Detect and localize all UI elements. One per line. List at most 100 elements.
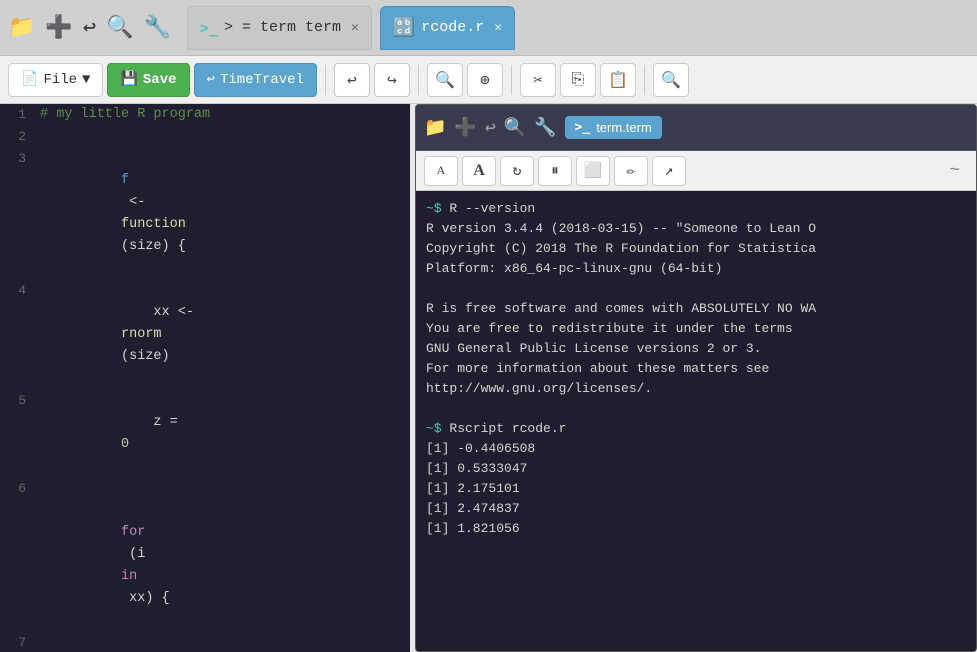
copy-button[interactable]: ⎘	[560, 63, 596, 97]
term-refresh-btn[interactable]: ↻	[500, 156, 534, 186]
redo-button[interactable]: ↪	[374, 63, 410, 97]
tab-bar-icons: 📁 ➕ ↩ 🔍 🔧	[8, 15, 171, 41]
code-line-2: 2	[0, 126, 410, 148]
term-line-9: For more information about these matters…	[426, 359, 966, 379]
code-editor: 1 # my little R program 2 3 f <- functio…	[0, 104, 410, 652]
copy-term-icon: ⬜	[584, 161, 603, 180]
separator-4	[644, 65, 645, 95]
line-content-5[interactable]: z = 0	[36, 390, 410, 478]
terminal-folder-icon[interactable]: 📁	[424, 117, 446, 139]
term-line-11	[426, 399, 966, 419]
code-line-4: 4 xx <- rnorm (size)	[0, 280, 410, 390]
kw-f: f	[121, 173, 129, 188]
tab-term-close[interactable]: ✕	[351, 20, 359, 35]
term-line-6: R is free software and comes with ABSOLU…	[426, 299, 966, 319]
term-line-5	[426, 279, 966, 299]
zoom-fit-button[interactable]: ⊕	[467, 63, 503, 97]
term-copy-btn[interactable]: ⬜	[576, 156, 610, 186]
term-line-16: [1] 2.474837	[426, 499, 966, 519]
cut-button[interactable]: ✂	[520, 63, 556, 97]
line-content-2	[36, 126, 410, 148]
line-content-7[interactable]: if (z %% 2 == 0 ) {	[36, 632, 410, 652]
term-line-1: ~$ R --version	[426, 199, 966, 219]
save-icon: 💾	[120, 71, 137, 88]
line-num-3: 3	[0, 148, 36, 170]
terminal-tab-icon: >_	[200, 19, 218, 37]
undo-button[interactable]: ↩	[334, 63, 370, 97]
main-tab-bar: 📁 ➕ ↩ 🔍 🔧 >_ > = term term ✕ 🔡 rcode.r ✕	[0, 0, 977, 56]
separator-1	[325, 65, 326, 95]
main-toolbar: 📄 File ▼ 💾 Save ↩ TimeTravel ↩ ↪ 🔍 ⊕ ✂ ⎘…	[0, 56, 977, 104]
tab-rcode-close[interactable]: ✕	[494, 20, 502, 35]
terminal-history-icon[interactable]: ↩	[485, 117, 496, 139]
code-line-3: 3 f <- function (size) {	[0, 148, 410, 280]
code-line-7: 7 if (z %% 2 == 0 ) {	[0, 632, 410, 652]
term-line-10: http://www.gnu.org/licenses/.	[426, 379, 966, 399]
kw-assign: <-	[121, 195, 153, 210]
pause-icon: ⏸	[551, 162, 559, 180]
terminal-settings-icon[interactable]: 🔧	[534, 117, 556, 139]
undo-icon: ↩	[347, 70, 357, 90]
line-content-4[interactable]: xx <- rnorm (size)	[36, 280, 410, 390]
line-content-3[interactable]: f <- function (size) {	[36, 148, 410, 280]
term-line-7: You are free to redistribute it under th…	[426, 319, 966, 339]
file-dropdown-icon: ▼	[82, 72, 90, 88]
file-icon: 📄	[21, 71, 38, 88]
terminal-tab-icons: 📁 ➕ ↩ 🔍 🔧	[424, 117, 557, 139]
tab-term-label: > = term term	[224, 19, 341, 36]
term-line-15: [1] 2.175101	[426, 479, 966, 499]
file-button[interactable]: 📄 File ▼	[8, 63, 103, 97]
copy-icon: ⎘	[572, 71, 585, 89]
terminal-toolbar: A A ↻ ⏸ ⬜ ✏ ↗ ~	[416, 151, 976, 191]
line-num-6: 6	[0, 478, 36, 500]
search-icon[interactable]: 🔍	[106, 15, 133, 41]
timetravel-button[interactable]: ↩ TimeTravel	[194, 63, 317, 97]
tab-rcode[interactable]: 🔡 rcode.r ✕	[380, 6, 515, 50]
term-tilde: ~	[949, 161, 968, 181]
font-small-icon: A	[437, 163, 446, 178]
find-button[interactable]: 🔍	[653, 63, 689, 97]
file-label: File	[43, 72, 77, 88]
timetravel-icon: ↩	[207, 71, 215, 88]
history-icon[interactable]: ↩	[83, 15, 96, 41]
separator-3	[511, 65, 512, 95]
save-button[interactable]: 💾 Save	[107, 63, 189, 97]
term-line-17: [1] 1.821056	[426, 519, 966, 539]
line-content-1[interactable]: # my little R program	[36, 104, 410, 126]
redo-icon: ↪	[387, 70, 397, 90]
term-open-btn[interactable]: ↗	[652, 156, 686, 186]
open-icon: ↗	[664, 161, 673, 180]
content-area: 1 # my little R program 2 3 f <- functio…	[0, 104, 977, 652]
terminal-add-icon[interactable]: ➕	[454, 117, 476, 139]
tab-rcode-label: rcode.r	[421, 19, 484, 36]
term-pause-btn[interactable]: ⏸	[538, 156, 572, 186]
line-num-2: 2	[0, 126, 36, 148]
paste-button[interactable]: 📋	[600, 63, 636, 97]
line-content-6[interactable]: for (i in xx) {	[36, 478, 410, 632]
terminal-search-icon[interactable]: 🔍	[504, 117, 526, 139]
term-font-large-btn[interactable]: A	[462, 156, 496, 186]
terminal-output[interactable]: ~$ R --version R version 3.4.4 (2018-03-…	[416, 191, 976, 651]
term-line-12: ~$ Rscript rcode.r	[426, 419, 966, 439]
settings-icon[interactable]: 🔧	[143, 15, 170, 41]
term-line-14: [1] 0.5333047	[426, 459, 966, 479]
term-edit-btn[interactable]: ✏	[614, 156, 648, 186]
zoom-icon: 🔍	[435, 70, 455, 90]
add-icon[interactable]: ➕	[45, 15, 72, 41]
edit-icon: ✏	[626, 161, 635, 180]
terminal-active-tab[interactable]: >_ term.term	[565, 116, 662, 139]
term-line-8: GNU General Public License versions 2 or…	[426, 339, 966, 359]
code-lines: 1 # my little R program 2 3 f <- functio…	[0, 104, 410, 652]
timetravel-label: TimeTravel	[220, 72, 304, 88]
terminal-tab-icon: >_	[575, 120, 591, 135]
refresh-icon: ↻	[512, 161, 521, 180]
tab-term[interactable]: >_ > = term term ✕	[187, 6, 372, 50]
folder-icon[interactable]: 📁	[8, 15, 35, 41]
line-num-5: 5	[0, 390, 36, 412]
zoom-fit-icon: ⊕	[480, 70, 490, 90]
term-line-13: [1] -0.4406508	[426, 439, 966, 459]
save-label: Save	[143, 72, 177, 88]
term-font-small-btn[interactable]: A	[424, 156, 458, 186]
line-num-4: 4	[0, 280, 36, 302]
zoom-button[interactable]: 🔍	[427, 63, 463, 97]
